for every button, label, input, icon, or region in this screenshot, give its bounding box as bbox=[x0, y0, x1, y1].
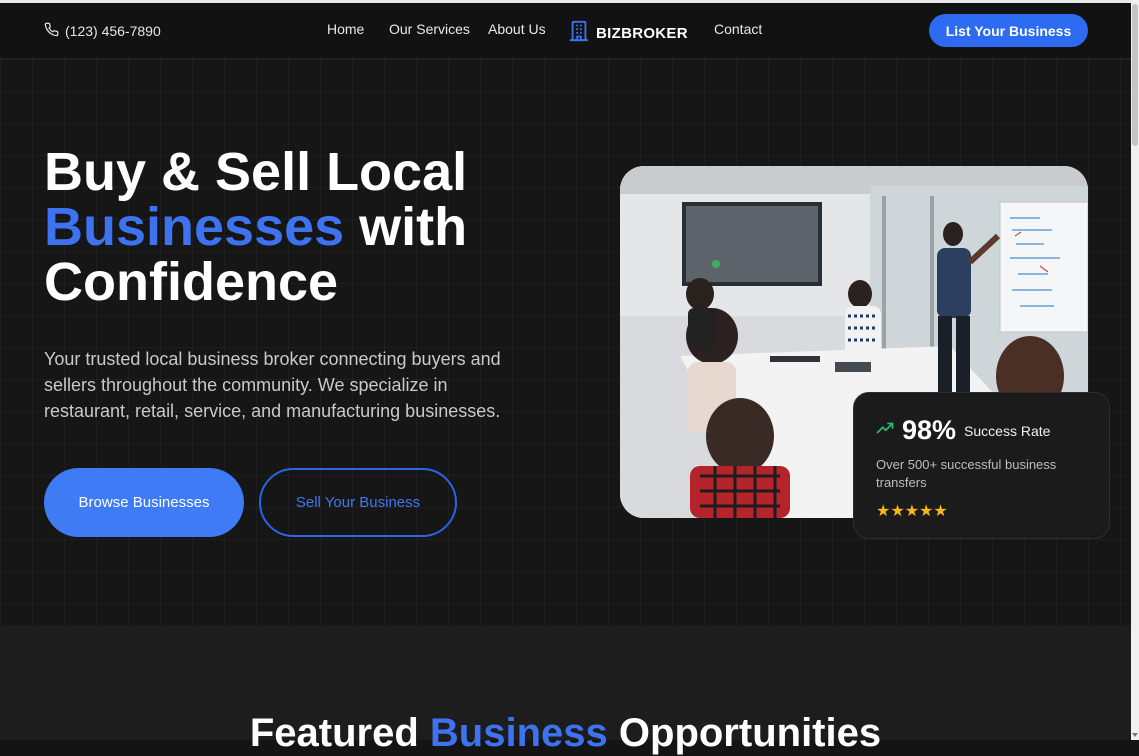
featured-title: Featured Business Opportunities bbox=[0, 711, 1131, 756]
nav-home[interactable]: Home bbox=[327, 21, 364, 37]
list-your-business-button[interactable]: List Your Business bbox=[929, 14, 1088, 47]
hero-title-mid: with bbox=[344, 197, 468, 257]
success-percent: 98% bbox=[902, 415, 957, 445]
nav-our-services[interactable]: Our Services bbox=[389, 21, 470, 37]
featured-title-pre: Featured bbox=[249, 711, 430, 755]
success-description: Over 500+ successful business transfers bbox=[876, 457, 1057, 490]
featured-section: Featured Business Opportunities bbox=[0, 625, 1131, 755]
hero-title-line3: Confidence bbox=[44, 252, 339, 312]
nav-contact[interactable]: Contact bbox=[714, 21, 762, 37]
trend-up-icon bbox=[876, 421, 894, 440]
nav-about-us[interactable]: About Us bbox=[488, 21, 546, 37]
success-rate-card: 98% Success Rate Over 500+ successful bu… bbox=[853, 392, 1110, 539]
success-rate-row: 98% Success Rate bbox=[876, 415, 1050, 446]
hero-title: Buy & Sell Local Businesses with Confide… bbox=[44, 145, 604, 310]
star-rating: ★★★★★ bbox=[876, 503, 948, 520]
featured-title-accent: Business bbox=[429, 711, 608, 755]
hero-title-accent: Businesses bbox=[44, 197, 345, 257]
success-label: Success Rate bbox=[964, 422, 1051, 439]
sell-your-business-button[interactable]: Sell Your Business bbox=[259, 468, 457, 537]
page-scrollbar[interactable] bbox=[1131, 0, 1139, 740]
hero-title-line1: Buy & Sell Local bbox=[44, 142, 468, 202]
featured-title-post: Opportunities bbox=[607, 711, 882, 755]
hero-description: Your trusted local business broker conne… bbox=[44, 349, 501, 421]
building-logo-icon bbox=[568, 20, 590, 47]
hero-section: Buy & Sell Local Businesses with Confide… bbox=[0, 59, 1131, 625]
browse-businesses-button[interactable]: Browse Businesses bbox=[44, 468, 244, 537]
logo-text: BIZBROKER bbox=[596, 25, 688, 42]
site-logo[interactable]: BIZBROKER bbox=[568, 20, 688, 47]
scroll-down-arrow-icon[interactable] bbox=[1132, 733, 1138, 737]
site-header: (123) 456-7890 Home Our Services About U… bbox=[0, 3, 1131, 59]
scrollbar-thumb[interactable] bbox=[1132, 4, 1138, 146]
